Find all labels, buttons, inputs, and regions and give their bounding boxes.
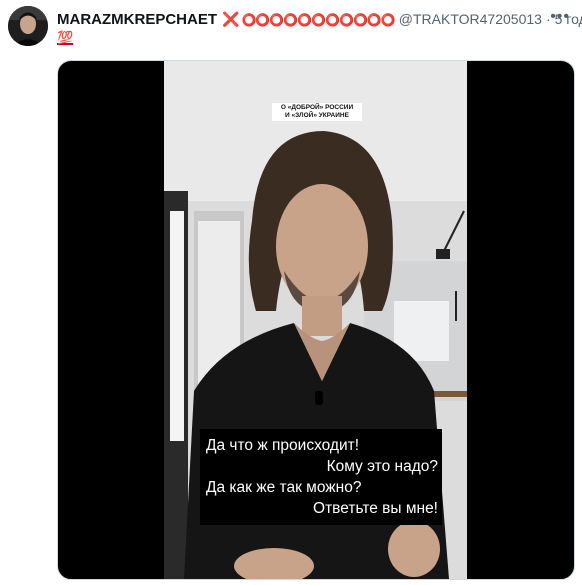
tweet-header: MARAZMKREPCHAET ❌ ⭕⭕⭕⭕⭕⭕⭕⭕⭕⭕⭕ @TRAKTOR472…: [57, 8, 582, 30]
video-frame[interactable]: О «ДОБРОЙ» РОССИИ И «ЗЛОЙ» УКРАИНЕ Да чт…: [164, 61, 467, 579]
video-player[interactable]: О «ДОБРОЙ» РОССИИ И «ЗЛОЙ» УКРАИНЕ Да чт…: [57, 60, 575, 580]
subtitle-line: Да что ж происходит!: [206, 437, 360, 454]
author-name[interactable]: MARAZMKREPCHAET: [57, 11, 217, 28]
subtitle-line: Да как же так можно?: [206, 479, 362, 496]
author-handle[interactable]: @TRAKTOR47205013: [399, 11, 542, 27]
subtitle-line: Кому это надо?: [326, 458, 438, 475]
subtitle-line: Ответьте вы мне!: [313, 500, 438, 517]
avatar[interactable]: [8, 6, 48, 46]
name-decoration: ❌ ⭕⭕⭕⭕⭕⭕⭕⭕⭕⭕⭕: [222, 10, 396, 28]
tweet: MARAZMKREPCHAET ❌ ⭕⭕⭕⭕⭕⭕⭕⭕⭕⭕⭕ @TRAKTOR472…: [0, 0, 582, 585]
circle-marks-icon: ⭕⭕⭕⭕⭕⭕⭕⭕⭕⭕⭕: [241, 12, 395, 27]
cross-mark-icon: ❌: [222, 10, 240, 27]
video-overlay-title: О «ДОБРОЙ» РОССИИ И «ЗЛОЙ» УКРАИНЕ: [272, 103, 362, 121]
tweet-text: 💯: [57, 30, 74, 45]
more-options-icon[interactable]: •••: [550, 8, 570, 26]
video-subtitles: Да что ж происходит! Кому это надо? Да к…: [200, 429, 442, 525]
